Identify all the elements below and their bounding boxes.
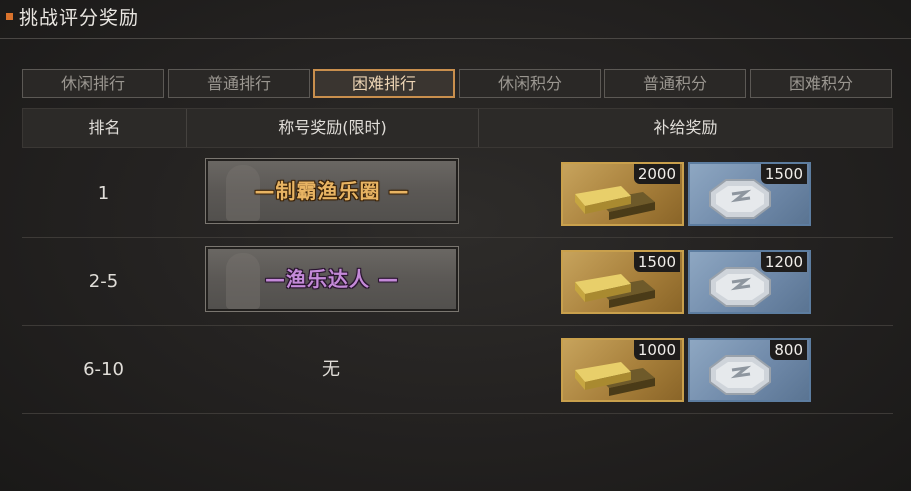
header-divider <box>0 38 911 39</box>
silver-coin-item[interactable]: 1500 <box>688 162 811 226</box>
reward-panel: 挑战评分奖励 休闲排行 普通排行 困难排行 休闲积分 普通积分 困难积分 排名 … <box>0 0 911 491</box>
gold-bar-item[interactable]: 1000 <box>561 338 684 402</box>
silver-coin-item[interactable]: 800 <box>688 338 811 402</box>
item-count: 1500 <box>633 252 680 272</box>
rank-value: 1 <box>97 183 110 204</box>
page-title: 挑战评分奖励 <box>19 7 140 29</box>
title-badge-background: —渔乐达人 — <box>208 249 456 309</box>
item-count: 1200 <box>760 252 807 272</box>
header-marker-icon <box>6 13 13 20</box>
gold-bar-item[interactable]: 1500 <box>561 250 684 314</box>
item-count: 800 <box>770 340 807 360</box>
title-name: —渔乐达人 — <box>265 267 399 291</box>
gold-bar-item[interactable]: 2000 <box>561 162 684 226</box>
item-count: 1500 <box>760 164 807 184</box>
tab-normal-rank[interactable]: 普通排行 <box>168 69 310 98</box>
title-badge: —渔乐达人 — <box>205 246 459 312</box>
panel-header: 挑战评分奖励 <box>0 0 911 38</box>
table-row: 6-10 无 1000 800 <box>22 326 893 414</box>
table-row: 1 —制霸渔乐圈 — 2000 1500 <box>22 150 893 238</box>
header-rank: 排名 <box>88 118 121 137</box>
tab-casual-rank[interactable]: 休闲排行 <box>22 69 164 98</box>
tab-hard-rank[interactable]: 困难排行 <box>313 69 455 98</box>
title-name: —制霸渔乐圈 — <box>254 179 410 203</box>
tab-normal-points[interactable]: 普通积分 <box>604 69 746 98</box>
tab-casual-points[interactable]: 休闲积分 <box>459 69 601 98</box>
header-title-reward: 称号奖励(限时) <box>278 118 387 137</box>
item-count: 1000 <box>633 340 680 360</box>
header-supply-reward: 补给奖励 <box>653 118 718 137</box>
item-count: 2000 <box>633 164 680 184</box>
silver-coin-item[interactable]: 1200 <box>688 250 811 314</box>
title-none-text: 无 <box>322 359 340 380</box>
rank-value: 2-5 <box>88 271 119 292</box>
table-header: 排名 称号奖励(限时) 补给奖励 <box>22 108 893 148</box>
tab-hard-points[interactable]: 困难积分 <box>750 69 892 98</box>
rank-value: 6-10 <box>83 359 124 380</box>
title-badge-background: —制霸渔乐圈 — <box>208 161 456 221</box>
title-badge: —制霸渔乐圈 — <box>205 158 459 224</box>
table-row: 2-5 —渔乐达人 — 1500 1200 <box>22 238 893 326</box>
